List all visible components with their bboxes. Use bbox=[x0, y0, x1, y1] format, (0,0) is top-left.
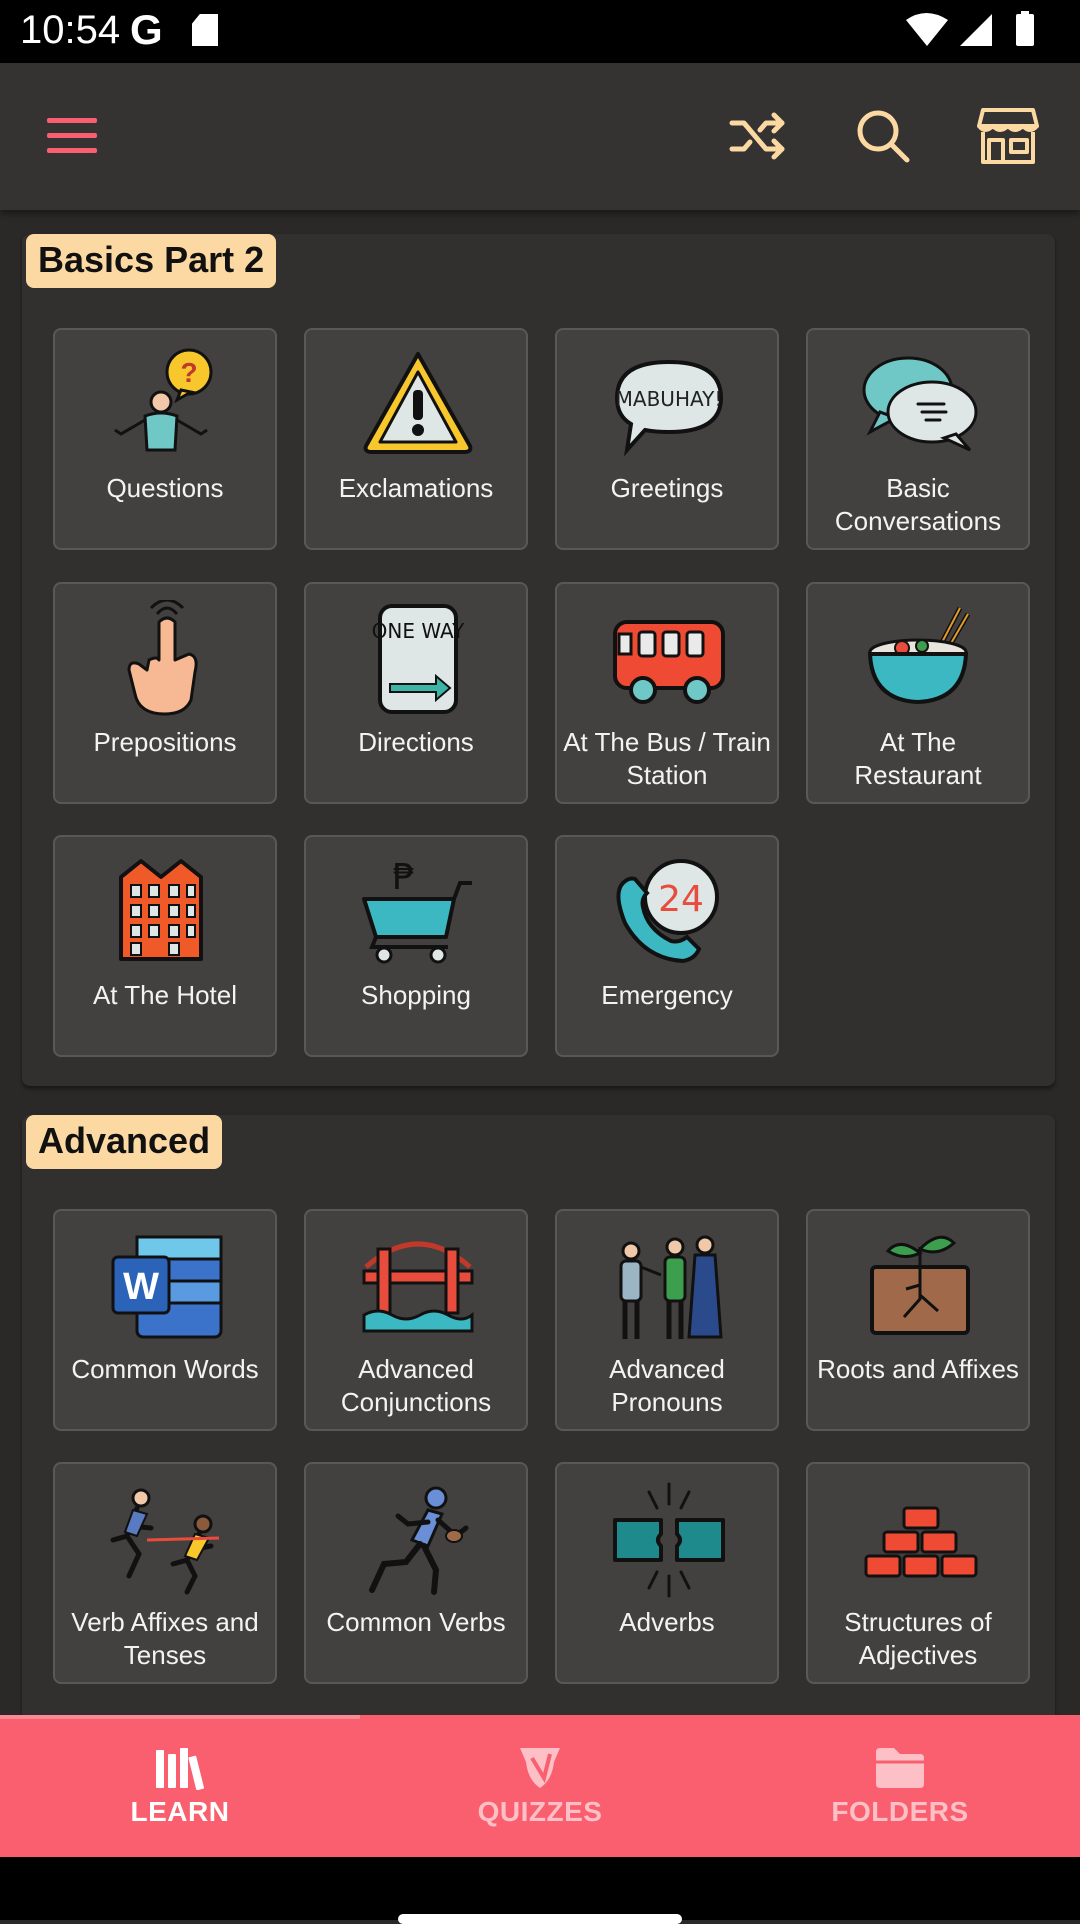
topic-tile-structures-of-adjectives[interactable]: Structures of Adjectives bbox=[806, 1462, 1030, 1684]
nav-tab-quizzes[interactable]: QUIZZES bbox=[360, 1715, 720, 1857]
topic-label: Questions bbox=[106, 473, 224, 503]
store-button[interactable] bbox=[970, 98, 1046, 174]
topic-label: At The Restaurant bbox=[854, 727, 982, 790]
chat-bubbles-icon bbox=[862, 356, 978, 452]
question-person-icon: ? bbox=[114, 348, 213, 452]
topic-tile-questions[interactable]: ? Questions bbox=[53, 328, 277, 550]
topic-label: Roots and Affixes bbox=[817, 1354, 1019, 1384]
topic-tile-advanced-pronouns[interactable]: Advanced Pronouns bbox=[555, 1209, 779, 1431]
nav-tab-folders[interactable]: FOLDERS bbox=[720, 1715, 1080, 1857]
shuffle-icon bbox=[729, 112, 785, 160]
topic-tile-roots-and-affixes[interactable]: Roots and Affixes bbox=[806, 1209, 1030, 1431]
people-group-icon bbox=[619, 1235, 723, 1339]
one-way-sign-icon: ONE WAY bbox=[372, 604, 466, 714]
topic-label: Directions bbox=[358, 727, 474, 757]
signal-icon bbox=[960, 14, 992, 46]
section-advanced: Advanced W Common Words Advanced Conjunc… bbox=[22, 1115, 1055, 1715]
topic-label: Advanced Conjunctions bbox=[340, 1354, 492, 1417]
battery-icon bbox=[1016, 14, 1034, 46]
system-gesture-area bbox=[0, 1857, 1080, 1920]
store-icon bbox=[977, 108, 1039, 164]
topic-tile-verb-affixes-tenses[interactable]: Verb Affixes and Tenses bbox=[53, 1462, 277, 1684]
connecting-blocks-icon bbox=[613, 1482, 725, 1598]
shuffle-button[interactable] bbox=[720, 98, 796, 174]
topic-label: Exclamations bbox=[338, 473, 494, 503]
warning-icon bbox=[363, 352, 473, 454]
bridge-icon bbox=[362, 1241, 474, 1333]
hotel-building-icon bbox=[119, 859, 203, 961]
search-button[interactable] bbox=[845, 98, 921, 174]
icon-text: ONE WAY bbox=[372, 619, 466, 643]
runners-icon bbox=[110, 1488, 220, 1595]
nav-label: QUIZZES bbox=[477, 1796, 603, 1827]
topic-tile-adverbs[interactable]: Adverbs bbox=[555, 1462, 779, 1684]
status-bar: 10:54 G bbox=[0, 0, 1080, 63]
topic-label: Shopping bbox=[361, 980, 471, 1010]
topic-label: Common Verbs bbox=[326, 1607, 506, 1637]
nav-label: LEARN bbox=[130, 1796, 230, 1827]
topic-label: Emergency bbox=[601, 980, 733, 1010]
topic-tile-common-words[interactable]: W Common Words bbox=[53, 1209, 277, 1431]
topic-tile-prepositions[interactable]: Prepositions bbox=[53, 582, 277, 804]
nav-label: FOLDERS bbox=[831, 1796, 969, 1827]
folder-icon bbox=[876, 1748, 924, 1788]
shopping-cart-icon: ₱ bbox=[362, 857, 472, 964]
icon-text: W bbox=[123, 1266, 159, 1308]
noodle-bowl-icon bbox=[867, 606, 971, 705]
section-basics-part-2: Basics Part 2 ? Questions Exclamations M… bbox=[22, 234, 1055, 1086]
topic-tile-common-verbs[interactable]: Common Verbs bbox=[304, 1462, 528, 1684]
home-gesture-handle[interactable] bbox=[398, 1914, 682, 1924]
pointing-hand-icon bbox=[127, 600, 198, 716]
wifi-icon bbox=[906, 13, 948, 46]
topic-tile-emergency[interactable]: 24 Emergency bbox=[555, 835, 779, 1057]
search-icon bbox=[857, 110, 910, 163]
topic-label: At The Bus / Train Station bbox=[563, 727, 771, 790]
toolbar bbox=[0, 63, 1080, 210]
status-icons bbox=[906, 11, 1034, 46]
section-title: Basics Part 2 bbox=[26, 234, 277, 288]
topic-label: Structures of Adjectives bbox=[844, 1607, 992, 1670]
topic-tile-restaurant[interactable]: At The Restaurant bbox=[806, 582, 1030, 804]
bottom-navigation: LEARN QUIZZES FOLDERS bbox=[0, 1715, 1080, 1857]
topic-label: At The Hotel bbox=[92, 980, 238, 1010]
topic-tile-directions[interactable]: ONE WAY Directions bbox=[304, 582, 528, 804]
topic-label: Basic Conversations bbox=[834, 473, 1002, 536]
topic-label: Prepositions bbox=[93, 727, 237, 757]
topic-tile-advanced-conjunctions[interactable]: Advanced Conjunctions bbox=[304, 1209, 528, 1431]
topic-tile-greetings[interactable]: MABUHAY! Greetings bbox=[555, 328, 779, 550]
topic-label: Common Words bbox=[71, 1354, 259, 1384]
speech-bubble-mabuhay-icon: MABUHAY! bbox=[614, 359, 724, 457]
topic-label: Advanced Pronouns bbox=[609, 1354, 725, 1417]
bricks-icon bbox=[864, 1506, 978, 1578]
section-title: Advanced bbox=[26, 1115, 223, 1169]
nav-tab-learn[interactable]: LEARN bbox=[0, 1715, 360, 1857]
plant-roots-icon bbox=[870, 1235, 970, 1335]
menu-icon bbox=[47, 118, 97, 153]
quiz-icon bbox=[520, 1748, 560, 1788]
word-document-icon: W bbox=[111, 1235, 223, 1339]
bus-icon bbox=[613, 620, 725, 704]
icon-text: 24 bbox=[658, 879, 704, 920]
topic-tile-basic-conversations[interactable]: Basic Conversations bbox=[806, 328, 1030, 550]
library-icon bbox=[156, 1748, 205, 1790]
menu-button[interactable] bbox=[35, 98, 111, 174]
status-time: 10:54 bbox=[20, 8, 121, 52]
svg-text:?: ? bbox=[180, 357, 197, 388]
emergency-phone-icon: 24 bbox=[616, 859, 719, 964]
topic-tile-bus-train-station[interactable]: At The Bus / Train Station bbox=[555, 582, 779, 804]
topics-list[interactable]: Basics Part 2 ? Questions Exclamations M… bbox=[0, 210, 1080, 1715]
icon-text: MABUHAY! bbox=[616, 387, 723, 411]
topic-label: Adverbs bbox=[619, 1607, 715, 1637]
google-icon: G bbox=[130, 6, 163, 53]
topic-tile-shopping[interactable]: ₱ Shopping bbox=[304, 835, 528, 1057]
runner-icon bbox=[369, 1486, 469, 1595]
sd-card-icon bbox=[192, 14, 218, 46]
topic-tile-hotel[interactable]: At The Hotel bbox=[53, 835, 277, 1057]
topic-tile-exclamations[interactable]: Exclamations bbox=[304, 328, 528, 550]
topic-label: Greetings bbox=[610, 473, 724, 503]
icon-text: ₱ bbox=[393, 857, 416, 898]
topic-label: Verb Affixes and Tenses bbox=[71, 1607, 259, 1670]
